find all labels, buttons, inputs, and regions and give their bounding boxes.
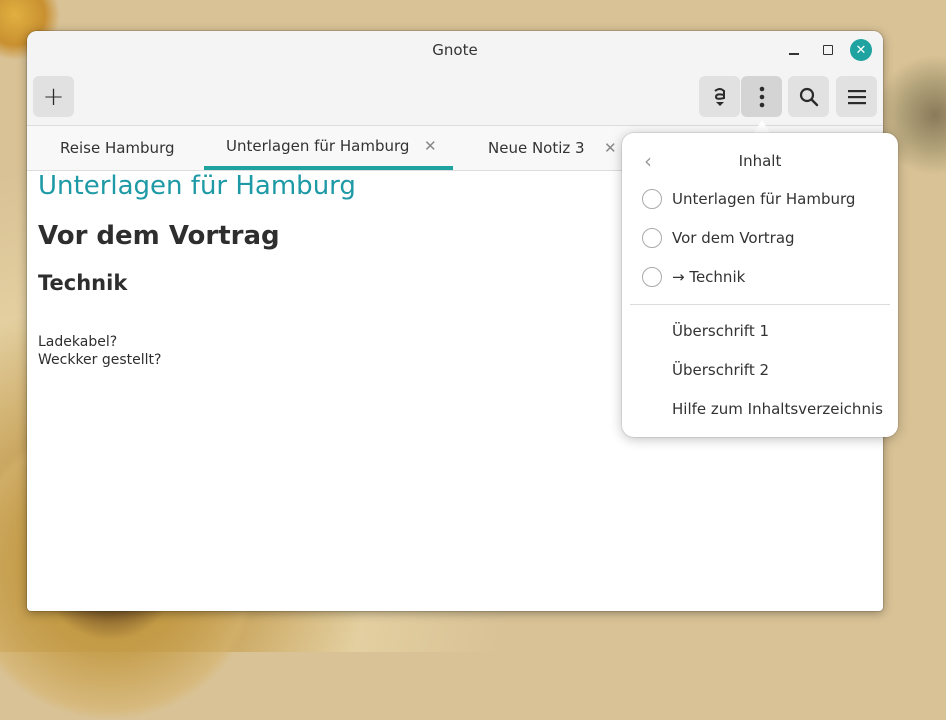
close-window-button[interactable]: ✕ — [850, 39, 872, 61]
radio-icon — [642, 189, 662, 209]
tab-close-icon[interactable]: ✕ — [424, 137, 437, 155]
radio-icon — [642, 228, 662, 248]
action-label: Überschrift 1 — [672, 322, 770, 340]
toc-item[interactable]: Vor dem Vortrag — [622, 219, 898, 257]
note-line: Weckker gestellt? — [38, 352, 162, 368]
note-heading-1: Vor dem Vortrag — [38, 221, 280, 251]
hamburger-menu-icon — [847, 89, 866, 104]
toc-item[interactable]: Unterlagen für Hamburg — [622, 180, 898, 218]
more-vertical-icon — [759, 86, 764, 107]
toc-item-label: Unterlagen für Hamburg — [672, 190, 856, 208]
more-options-button[interactable] — [741, 76, 782, 117]
toc-item-label: Vor dem Vortrag — [672, 229, 795, 247]
main-menu-button[interactable] — [836, 76, 877, 117]
tab-neue-notiz-3[interactable]: Neue Notiz 3 ✕ — [488, 126, 628, 170]
note-heading-2: Technik — [38, 271, 128, 295]
popover-separator — [630, 304, 890, 305]
heading-2-action[interactable]: Überschrift 2 — [622, 351, 898, 389]
plus-icon: + — [42, 81, 65, 112]
note-line: Ladekabel? — [38, 334, 118, 350]
tab-label: Unterlagen für Hamburg — [226, 137, 410, 155]
titlebar: Gnote ✕ — [27, 31, 883, 69]
action-label: Hilfe zum Inhaltsverzeichnis — [672, 400, 883, 418]
tab-reise-hamburg[interactable]: Reise Hamburg — [60, 126, 175, 170]
maximize-icon — [823, 45, 833, 55]
maximize-button[interactable] — [817, 39, 839, 61]
tab-close-icon[interactable]: ✕ — [604, 139, 617, 157]
toc-item-label: → Technik — [672, 268, 746, 286]
text-format-button[interactable] — [699, 76, 740, 117]
tab-label: Neue Notiz 3 — [488, 139, 585, 157]
heading-1-action[interactable]: Überschrift 1 — [622, 312, 898, 350]
text-format-icon — [713, 87, 725, 106]
new-note-button[interactable]: + — [33, 76, 74, 117]
popover-arrow — [753, 120, 771, 134]
tab-label: Reise Hamburg — [60, 139, 175, 157]
tab-unterlagen-fuer-hamburg[interactable]: Unterlagen für Hamburg ✕ — [204, 126, 453, 170]
radio-icon — [642, 267, 662, 287]
contents-popover: ‹ Inhalt Unterlagen für Hamburg Vor dem … — [622, 133, 898, 437]
toc-item[interactable]: → Technik — [622, 258, 898, 296]
action-label: Überschrift 2 — [672, 361, 770, 379]
search-button[interactable] — [788, 76, 829, 117]
toc-help-action[interactable]: Hilfe zum Inhaltsverzeichnis — [622, 390, 898, 428]
minimize-icon — [789, 53, 799, 55]
toolbar: + — [27, 69, 883, 126]
close-icon: ✕ — [855, 42, 867, 58]
window-title: Gnote — [432, 41, 478, 59]
search-icon — [799, 87, 818, 106]
note-title: Unterlagen für Hamburg — [38, 171, 356, 201]
minimize-button[interactable] — [783, 39, 805, 61]
popover-heading: Inhalt — [738, 152, 782, 170]
